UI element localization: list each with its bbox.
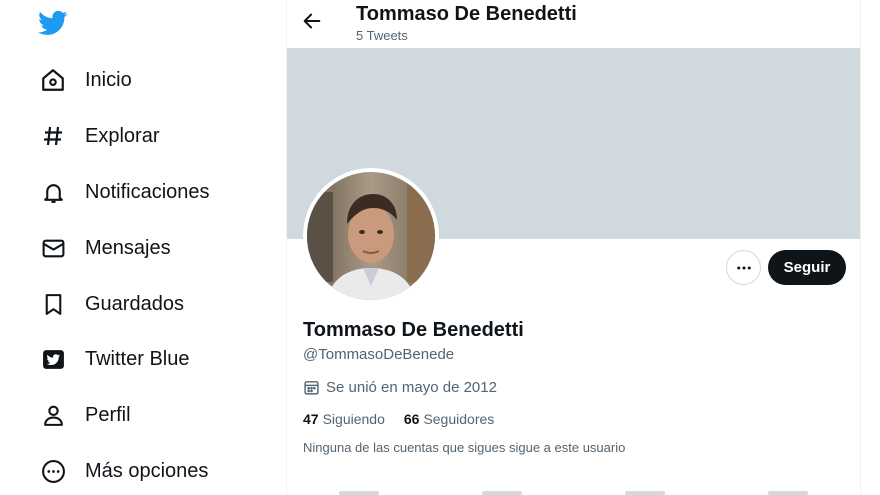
- sidebar-item-notificaciones[interactable]: Notificaciones: [38, 172, 210, 212]
- header-tweet-count: 5 Tweets: [356, 28, 408, 43]
- profile-column: Tommaso De Benedetti 5 Tweets Seguir Tom…: [286, 0, 861, 495]
- twitter-logo-icon[interactable]: [38, 8, 70, 38]
- followers-label: Seguidores: [423, 411, 495, 427]
- profile-tab[interactable]: [625, 491, 666, 495]
- sidebar-item-label: Explorar: [85, 124, 160, 147]
- header-profile-name: Tommaso De Benedetti: [356, 3, 577, 25]
- mutual-followers-note: Ninguna de las cuentas que sigues sigue …: [303, 440, 626, 455]
- more-circle-icon: [38, 456, 68, 486]
- sidebar-item-label: Guardados: [85, 292, 184, 315]
- ellipsis-icon: [736, 266, 751, 269]
- sidebar-item-label: Twitter Blue: [85, 347, 190, 370]
- sidebar-item-explorar[interactable]: Explorar: [38, 116, 159, 156]
- following-link[interactable]: 47 Siguiendo: [303, 411, 385, 427]
- avatar[interactable]: [303, 168, 439, 304]
- sidebar-item-twitter-blue[interactable]: Twitter Blue: [38, 339, 189, 379]
- bookmark-icon: [38, 289, 68, 319]
- followers-link[interactable]: 66 Seguidores: [404, 411, 494, 427]
- hashtag-icon: [38, 121, 68, 151]
- profile-name: Tommaso De Benedetti: [303, 319, 524, 341]
- person-icon: [38, 400, 68, 430]
- more-options-button[interactable]: [726, 250, 761, 285]
- join-date: Se unió en mayo de 2012: [303, 378, 497, 396]
- profile-tabs: [287, 488, 860, 495]
- sidebar-nav: Inicio Explorar Notificaciones Mensajes …: [0, 0, 286, 495]
- follow-button[interactable]: Seguir: [768, 250, 846, 285]
- sidebar-item-guardados[interactable]: Guardados: [38, 284, 184, 324]
- back-arrow-icon[interactable]: [301, 10, 325, 34]
- profile-tab[interactable]: [338, 491, 379, 495]
- sidebar-item-label: Perfil: [85, 403, 131, 426]
- sidebar-item-label: Mensajes: [85, 236, 171, 259]
- profile-handle: @TommasoDeBenede: [303, 346, 455, 363]
- follow-stats: 47 Siguiendo 66 Seguidores: [303, 411, 513, 427]
- sidebar-item-label: Más opciones: [85, 459, 209, 482]
- sidebar-item-perfil[interactable]: Perfil: [38, 395, 131, 435]
- bell-icon: [38, 177, 68, 207]
- join-date-text: Se unió en mayo de 2012: [326, 378, 497, 396]
- sidebar-item-mensajes[interactable]: Mensajes: [38, 228, 171, 268]
- following-count: 47: [303, 411, 319, 427]
- following-label: Siguiendo: [322, 411, 385, 427]
- sidebar-item-inicio[interactable]: Inicio: [38, 60, 132, 100]
- home-icon: [38, 65, 68, 95]
- followers-count: 66: [403, 411, 420, 427]
- avatar-photo: [307, 172, 435, 300]
- profile-tab[interactable]: [481, 491, 522, 495]
- envelope-icon: [38, 233, 68, 263]
- profile-header-bar: Tommaso De Benedetti 5 Tweets: [287, 0, 860, 48]
- twitter-blue-icon: [38, 344, 68, 374]
- profile-tab[interactable]: [768, 491, 809, 495]
- sidebar-item-mas-opciones[interactable]: Más opciones: [38, 451, 208, 491]
- calendar-icon: [303, 378, 321, 396]
- sidebar-item-label: Notificaciones: [85, 180, 210, 203]
- sidebar-item-label: Inicio: [85, 68, 132, 91]
